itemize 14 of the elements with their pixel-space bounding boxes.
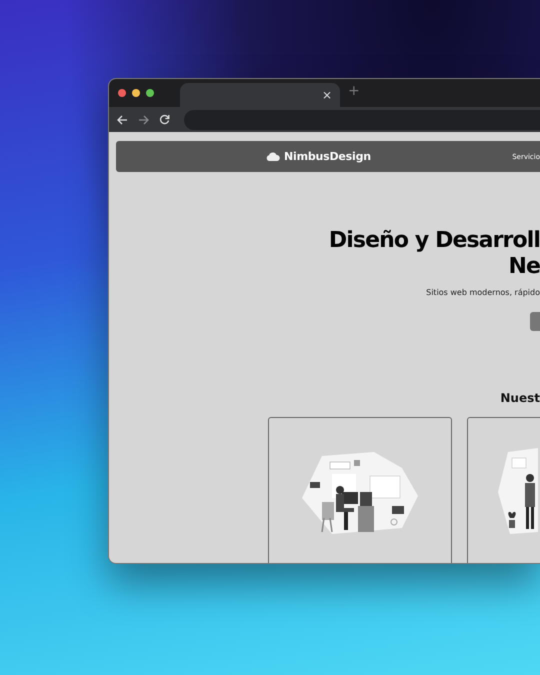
back-icon[interactable]: [117, 114, 128, 124]
hero-subtitle: Sitios web modernos, rápido: [426, 288, 540, 297]
browser-tab[interactable]: ×: [180, 83, 340, 107]
hero-title: Diseño y Desarroll Ne: [328, 228, 540, 280]
maximize-window-button[interactable]: [146, 89, 154, 97]
section-heading: Nuest: [500, 391, 540, 405]
cloud-icon: [266, 152, 280, 161]
minimize-window-button[interactable]: [132, 89, 140, 97]
forward-icon[interactable]: [138, 114, 149, 124]
close-window-button[interactable]: [118, 89, 126, 97]
brand-name[interactable]: NimbusDesign: [284, 150, 371, 163]
new-tab-button[interactable]: +: [348, 83, 360, 99]
tab-close-button[interactable]: ×: [320, 89, 334, 101]
reload-icon[interactable]: [159, 114, 170, 125]
